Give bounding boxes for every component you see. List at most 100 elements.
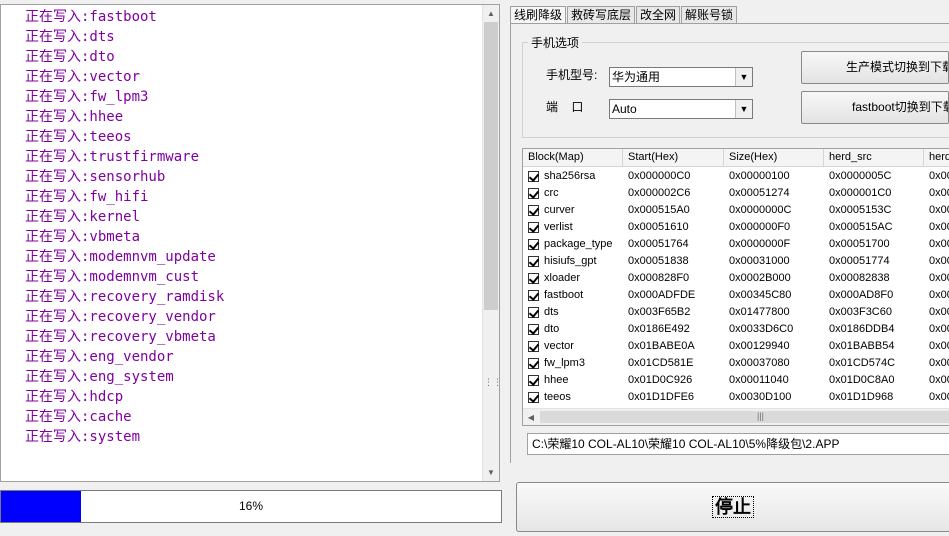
table-cell-last: 0x00	[929, 238, 949, 250]
progress-label: 16%	[238, 499, 264, 513]
model-select-value: 华为通用	[612, 70, 661, 84]
block-name-cell: crc	[523, 185, 623, 202]
table-cell-start: 0x0186E492	[628, 323, 690, 335]
fastboot-to-download-button[interactable]: fastboot切换到下载	[801, 91, 949, 124]
firmware-path-field[interactable]: C:\荣耀10 COL-AL10\荣耀10 COL-AL10\5%降级包\2.A…	[527, 433, 949, 455]
row-checkbox[interactable]	[528, 171, 539, 182]
log-line: 正在写入:fastboot	[25, 9, 157, 25]
table-cell-last: 0x00	[929, 204, 949, 216]
port-label: 端 口	[546, 100, 584, 114]
table-cell-src: 0x01D1D968	[829, 391, 894, 403]
table-row[interactable]: hisiufs_gpt 0x00051838 0x00031000 0x0005177…	[523, 253, 949, 270]
column-header-start[interactable]: Start(Hex)	[623, 149, 724, 167]
scroll-left-arrow-icon[interactable]: ◀	[523, 409, 539, 425]
block-name-cell: sha256rsa	[523, 168, 623, 185]
table-cell-size: 0x00011040	[729, 374, 789, 386]
row-checkbox[interactable]	[528, 222, 539, 233]
log-line: 正在写入:dts	[25, 29, 115, 45]
column-header-herd[interactable]: herd	[924, 149, 949, 167]
row-checkbox[interactable]	[528, 307, 539, 318]
column-header-herd-src[interactable]: herd_src	[824, 149, 924, 167]
scroll-grip-icon: |||	[757, 411, 765, 421]
table-row[interactable]: hhee 0x01D0C926 0x00011040 0x01D0C8A0 0x00	[523, 372, 949, 389]
column-header-size[interactable]: Size(Hex)	[724, 149, 824, 167]
row-checkbox[interactable]	[528, 205, 539, 216]
table-row[interactable]: sha256rsa 0x000000C0 0x00000100 0x0000005C 0…	[523, 168, 949, 185]
row-checkbox[interactable]	[528, 341, 539, 352]
row-checkbox[interactable]	[528, 392, 539, 403]
table-cell-last: 0x00	[929, 187, 949, 199]
table-cell-start: 0x000002C6	[628, 187, 691, 199]
table-row[interactable]: teeos 0x01D1DFE6 0x0030D100 0x01D1D968 0x00	[523, 389, 949, 406]
tab-unbrick[interactable]: 救砖写底层	[567, 6, 636, 24]
table-cell-size: 0x01477800	[729, 306, 790, 318]
model-select[interactable]: 华为通用 ▼	[609, 67, 753, 87]
scroll-up-arrow-icon[interactable]: ▲	[483, 5, 499, 22]
log-scrollbar[interactable]: ▲ ⋮⋮ ▼	[482, 5, 499, 481]
table-row[interactable]: crc 0x000002C6 0x00051274 0x000001C0 0x00	[523, 185, 949, 202]
log-line: 正在写入:eng_system	[25, 369, 174, 385]
table-row[interactable]: package_type 0x00051764 0x0000000F 0x000517…	[523, 236, 949, 253]
tab-account-unlock[interactable]: 解账号锁	[681, 6, 738, 24]
table-row[interactable]: vector 0x01BABE0A 0x00129940 0x01BABB54 0x00	[523, 338, 949, 355]
block-name: crc	[544, 187, 559, 199]
table-cell-last: 0x00	[929, 221, 949, 233]
table-row[interactable]: fastboot 0x000ADFDE 0x00345C80 0x000AD8F0 0x…	[523, 287, 949, 304]
table-row[interactable]: xloader 0x000828F0 0x0002B000 0x00082838 0x0…	[523, 270, 949, 287]
chevron-down-icon[interactable]: ▼	[735, 68, 752, 86]
table-cell-size: 0x00031000	[729, 255, 790, 267]
table-cell-size: 0x0002B000	[729, 272, 791, 284]
table-horizontal-scrollbar[interactable]: ◀ |||	[523, 408, 949, 425]
table-header: Block(Map) Start(Hex) Size(Hex) herd_src…	[523, 149, 949, 167]
row-checkbox[interactable]	[528, 273, 539, 284]
table-cell-start: 0x000000C0	[628, 170, 691, 182]
table-cell-src: 0x0186DDB4	[829, 323, 895, 335]
table-cell-size: 0x00000100	[729, 170, 790, 182]
stop-button[interactable]: 停止	[516, 482, 949, 532]
table-scrollbar-thumb[interactable]	[540, 411, 949, 423]
row-checkbox[interactable]	[528, 358, 539, 369]
block-name-cell: hhee	[523, 372, 623, 389]
row-checkbox[interactable]	[528, 188, 539, 199]
log-line: 正在写入:trustfirmware	[25, 149, 200, 165]
chevron-down-icon[interactable]: ▼	[735, 100, 752, 118]
row-checkbox[interactable]	[528, 290, 539, 301]
table-cell-start: 0x000515A0	[628, 204, 690, 216]
table-row[interactable]: dts 0x003F65B2 0x01477800 0x003F3C60 0x00	[523, 304, 949, 321]
tab-full-network[interactable]: 改全网	[636, 6, 681, 24]
production-to-download-button[interactable]: 生产模式切换到下载	[801, 51, 949, 84]
table-cell-src: 0x0000005C	[829, 170, 892, 182]
block-table: Block(Map) Start(Hex) Size(Hex) herd_src…	[522, 148, 949, 426]
block-name: curver	[544, 204, 575, 216]
table-cell-start: 0x003F65B2	[628, 306, 691, 318]
table-cell-last: 0x00	[929, 340, 949, 352]
block-name-cell: fastboot	[523, 287, 623, 304]
scroll-down-arrow-icon[interactable]: ▼	[483, 464, 499, 481]
tab-flash-downgrade[interactable]: 线刷降级	[510, 6, 567, 24]
log-line: 正在写入:hhee	[25, 109, 124, 125]
row-checkbox[interactable]	[528, 375, 539, 386]
table-body: sha256rsa 0x000000C0 0x00000100 0x0000005C 0…	[523, 168, 949, 406]
table-cell-size: 0x000000F0	[729, 221, 791, 233]
block-name: fastboot	[544, 289, 584, 301]
table-cell-last: 0x00	[929, 374, 949, 386]
table-cell-start: 0x01D1DFE6	[628, 391, 695, 403]
table-row[interactable]: dto 0x0186E492 0x0033D6C0 0x0186DDB4 0x00	[523, 321, 949, 338]
log-line: 正在写入:recovery_vbmeta	[25, 329, 216, 345]
table-cell-last: 0x00	[929, 170, 949, 182]
column-header-block[interactable]: Block(Map)	[523, 149, 623, 167]
log-scrollbar-thumb[interactable]	[484, 22, 498, 310]
block-name-cell: xloader	[523, 270, 623, 287]
block-name: vector	[544, 340, 574, 352]
table-row[interactable]: fw_lpm3 0x01CD581E 0x00037080 0x01CD574C 0x0…	[523, 355, 949, 372]
port-select[interactable]: Auto ▼	[609, 99, 753, 119]
row-checkbox[interactable]	[528, 239, 539, 250]
row-checkbox[interactable]	[528, 256, 539, 267]
table-row[interactable]: curver 0x000515A0 0x0000000C 0x0005153C 0x00	[523, 202, 949, 219]
phone-options-title: 手机选项	[528, 34, 583, 51]
table-cell-src: 0x00082838	[829, 272, 890, 284]
table-cell-start: 0x00051610	[628, 221, 689, 233]
table-row[interactable]: verlist 0x00051610 0x000000F0 0x000515AC 0x0…	[523, 219, 949, 236]
tab-strip: 线刷降级 救砖写底层 改全网 解账号锁	[510, 6, 738, 24]
row-checkbox[interactable]	[528, 324, 539, 335]
